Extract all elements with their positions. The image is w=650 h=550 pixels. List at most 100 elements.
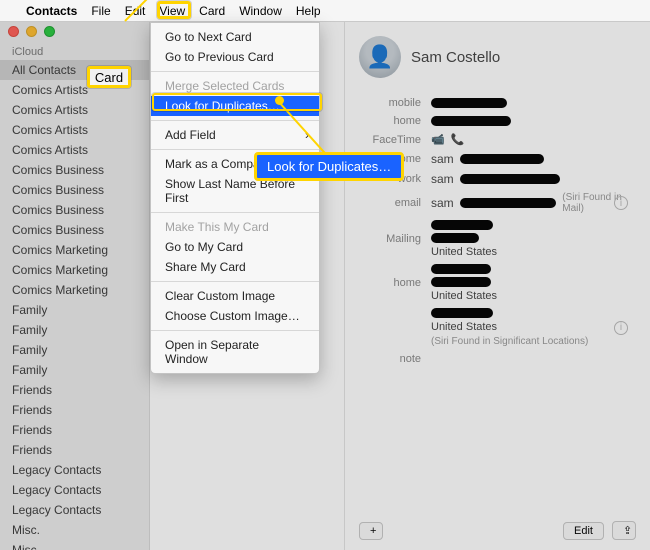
help-menu[interactable]: Help xyxy=(296,4,321,18)
fullscreen-window-icon[interactable] xyxy=(44,26,55,37)
menu-separator xyxy=(151,149,319,150)
contact-detail-pane: 👤 Sam Costello mobilehomeFaceTime📹📞homes… xyxy=(345,22,650,550)
add-contact-button[interactable]: + xyxy=(359,522,383,540)
minimize-window-icon[interactable] xyxy=(26,26,37,37)
sidebar-item[interactable]: Comics Marketing xyxy=(0,240,149,260)
sidebar-item[interactable]: Family xyxy=(0,340,149,360)
redacted-text xyxy=(431,308,493,318)
field-label: note xyxy=(359,353,421,365)
menu-item[interactable]: Go to My Card xyxy=(151,237,319,257)
menubar: Contacts File Edit View Card Window Help xyxy=(0,0,650,22)
close-window-icon[interactable] xyxy=(8,26,19,37)
sidebar-item[interactable]: Comics Business xyxy=(0,160,149,180)
groups-sidebar: iCloud All ContactsComics ArtistsComics … xyxy=(0,22,150,550)
redacted-text xyxy=(460,198,557,208)
sidebar-item[interactable]: Legacy Contacts xyxy=(0,500,149,520)
sidebar-item[interactable]: Misc. xyxy=(0,540,149,550)
sidebar-item[interactable]: Family xyxy=(0,320,149,340)
field-label: email xyxy=(359,197,421,209)
sidebar-item[interactable]: Comics Business xyxy=(0,200,149,220)
menu-separator xyxy=(151,281,319,282)
field-value: 📹📞 xyxy=(431,133,636,146)
menu-item[interactable]: Choose Custom Image… xyxy=(151,306,319,326)
field-value: United States (Siri Found in Significant … xyxy=(431,308,636,347)
sidebar-item[interactable]: Misc. xyxy=(0,520,149,540)
country-label: United States xyxy=(431,246,497,258)
menu-item[interactable]: Go to Previous Card xyxy=(151,47,319,67)
file-menu[interactable]: File xyxy=(91,4,110,18)
value-prefix: sam xyxy=(431,172,454,186)
redacted-text xyxy=(460,174,560,184)
field-value xyxy=(431,98,636,108)
sidebar-item[interactable]: Legacy Contacts xyxy=(0,480,149,500)
field-value: United States xyxy=(431,220,636,258)
sidebar-item[interactable]: Friends xyxy=(0,380,149,400)
field-label: home xyxy=(359,115,421,127)
redacted-text xyxy=(460,154,544,164)
field-value: sam xyxy=(431,152,636,166)
annotation-highlight-lookup xyxy=(152,93,322,111)
field-label: home xyxy=(359,277,421,289)
detail-field-row: note xyxy=(359,350,636,368)
sidebar-item[interactable]: Comics Marketing xyxy=(0,260,149,280)
sidebar-item[interactable]: Family xyxy=(0,360,149,380)
siri-note: (Siri Found in Significant Locations) xyxy=(431,336,588,347)
field-value: sam(Siri Found in Mail) xyxy=(431,192,636,214)
sidebar-item[interactable]: Legacy Contacts xyxy=(0,460,149,480)
detail-field-row: home United States xyxy=(359,261,636,305)
sidebar-item[interactable]: Friends xyxy=(0,420,149,440)
facetime-video-icon[interactable]: 📹 xyxy=(431,133,445,146)
sidebar-section-label: iCloud xyxy=(0,44,149,60)
menu-separator xyxy=(151,71,319,72)
menu-item[interactable]: Clear Custom Image xyxy=(151,286,319,306)
redacted-text xyxy=(431,233,479,243)
menu-item[interactable]: Add Field› xyxy=(151,125,319,145)
edit-button[interactable]: Edit xyxy=(563,522,604,540)
info-icon[interactable]: i xyxy=(614,321,628,335)
detail-footer: + Edit ⇪ xyxy=(359,513,636,540)
card-menu-dropdown: Go to Next CardGo to Previous CardMerge … xyxy=(150,22,320,374)
sidebar-item[interactable]: Comics Marketing xyxy=(0,280,149,300)
redacted-text xyxy=(431,264,491,274)
field-label: Mailing xyxy=(359,233,421,245)
annotation-highlight-card-menu xyxy=(157,1,191,19)
sidebar-item[interactable]: Comics Artists xyxy=(0,100,149,120)
detail-field-row: FaceTime📹📞 xyxy=(359,130,636,149)
menu-item[interactable]: Go to Next Card xyxy=(151,27,319,47)
facetime-audio-icon[interactable]: 📞 xyxy=(451,133,465,146)
value-prefix: sam xyxy=(431,196,454,210)
menu-item[interactable]: Share My Card xyxy=(151,257,319,277)
detail-field-row: home xyxy=(359,112,636,130)
card-menu[interactable]: Card xyxy=(199,4,225,18)
menu-separator xyxy=(151,212,319,213)
sidebar-item[interactable]: Friends xyxy=(0,440,149,460)
redacted-text xyxy=(431,220,493,230)
sidebar-item[interactable]: Friends xyxy=(0,400,149,420)
field-label: mobile xyxy=(359,97,421,109)
contact-name: Sam Costello xyxy=(411,49,500,66)
field-value: United States xyxy=(431,264,636,302)
redacted-text xyxy=(431,98,507,108)
country-label: United States xyxy=(431,321,588,333)
detail-field-row: email isam(Siri Found in Mail) xyxy=(359,189,636,217)
sidebar-item[interactable]: Comics Business xyxy=(0,220,149,240)
sidebar-item[interactable]: Family xyxy=(0,300,149,320)
avatar[interactable]: 👤 xyxy=(359,36,401,78)
app-menu[interactable]: Contacts xyxy=(26,4,77,18)
annotation-callout-card: Card xyxy=(87,66,131,88)
sidebar-item[interactable]: Comics Business xyxy=(0,180,149,200)
share-button[interactable]: ⇪ xyxy=(612,521,636,540)
field-label: FaceTime xyxy=(359,134,421,146)
info-icon[interactable]: i xyxy=(614,196,628,210)
window-controls xyxy=(8,26,55,37)
menu-item: Make This My Card xyxy=(151,217,319,237)
redacted-text xyxy=(431,116,511,126)
sidebar-item[interactable]: Comics Artists xyxy=(0,120,149,140)
sidebar-item[interactable]: Comics Artists xyxy=(0,140,149,160)
menu-item[interactable]: Open in Separate Window xyxy=(151,335,319,369)
redacted-text xyxy=(431,277,491,287)
menu-separator xyxy=(151,330,319,331)
field-value xyxy=(431,116,636,126)
field-value: sam xyxy=(431,172,636,186)
window-menu[interactable]: Window xyxy=(239,4,282,18)
